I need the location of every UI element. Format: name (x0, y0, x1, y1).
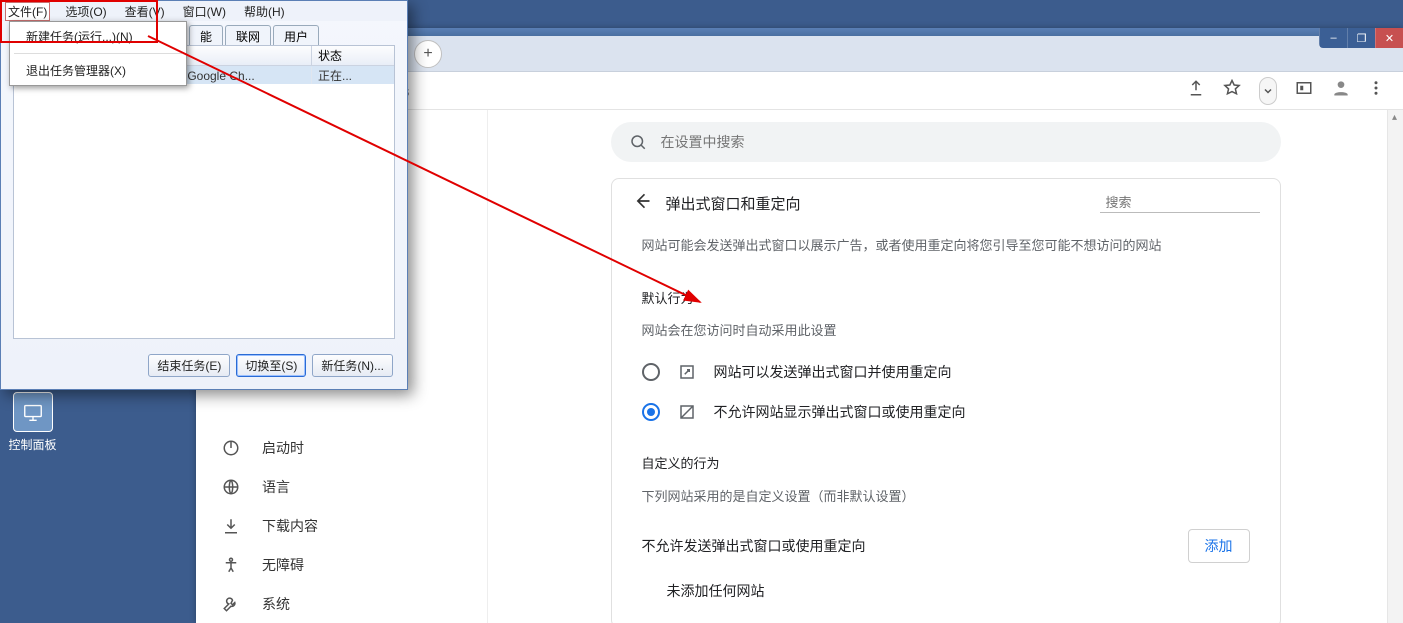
default-behavior-heading: 默认行为 (612, 279, 1280, 320)
sidebar-item-accessibility[interactable]: 无障碍 (196, 545, 487, 584)
custom-behavior-heading: 自定义的行为 (612, 444, 1280, 485)
radio-allow-popups[interactable]: 网站可以发送弹出式窗口并使用重定向 (612, 352, 1280, 392)
control-panel-icon (13, 392, 53, 432)
taskmgr-tab-network[interactable]: 联网 (225, 25, 271, 47)
no-sites-text: 未添加任何网站 (612, 575, 1280, 607)
taskmgr-list: 任务 状态 设置 - 弹出式窗口和重定向 - Google Ch... 正在..… (13, 45, 395, 339)
scroll-up-icon[interactable]: ▴ (1392, 112, 1397, 123)
radio-label: 网站可以发送弹出式窗口并使用重定向 (714, 362, 952, 382)
scrollbar[interactable]: ▴ (1387, 110, 1403, 623)
wrench-icon (222, 595, 240, 613)
menu-window[interactable]: 窗口(W) (180, 2, 229, 21)
card-mini-search[interactable] (1100, 195, 1260, 213)
desktop-icon-control-panel[interactable]: 控制面板 (0, 392, 65, 453)
menu-separator (14, 53, 182, 54)
sidebar-item-languages[interactable]: 语言 (196, 467, 487, 506)
menu-item-exit[interactable]: 退出任务管理器(X) (10, 56, 186, 85)
menu-item-new-task[interactable]: 新建任务(运行...)(N) (10, 22, 186, 51)
sidebar-item-label: 无障碍 (262, 555, 304, 575)
sidebar-item-startup[interactable]: 启动时 (196, 428, 487, 467)
new-tab-button[interactable]: + (414, 40, 442, 68)
menu-view[interactable]: 查看(V) (122, 2, 168, 21)
radio-icon (642, 363, 660, 381)
taskmgr-buttons: 结束任务(E) 切换至(S) 新任务(N)... (1, 354, 407, 377)
menu-options[interactable]: 选项(O) (62, 2, 109, 21)
card-header: 弹出式窗口和重定向 (612, 187, 1280, 226)
taskmgr-tab-perf[interactable]: 能 (189, 25, 223, 47)
custom-block-title: 不允许发送弹出式窗口或使用重定向 (642, 536, 866, 556)
install-pill[interactable] (1259, 77, 1277, 105)
radio-label: 不允许网站显示弹出式窗口或使用重定向 (714, 402, 966, 422)
sidebar-item-label: 下载内容 (262, 516, 318, 536)
sidebar-item-system[interactable]: 系统 (196, 584, 487, 623)
share-icon[interactable] (1187, 79, 1205, 102)
search-icon (629, 133, 647, 151)
download-icon (222, 517, 240, 535)
maximize-button[interactable]: ❐ (1347, 28, 1375, 48)
task-manager-window: 文件(F) 选项(O) 查看(V) 窗口(W) 帮助(H) 新建任务(运行...… (0, 0, 408, 390)
taskmgr-tab-users[interactable]: 用户 (273, 25, 319, 47)
star-icon[interactable] (1223, 79, 1241, 102)
default-behavior-sub: 网站会在您访问时自动采用此设置 (612, 319, 1280, 352)
custom-block-section: 不允许发送弹出式窗口或使用重定向 添加 (612, 517, 1280, 575)
minimize-button[interactable]: – (1319, 28, 1347, 48)
task-status: 正在... (312, 67, 394, 84)
sidebar-item-downloads[interactable]: 下载内容 (196, 506, 487, 545)
sidebar-item-label: 系统 (262, 594, 290, 614)
extensions-icon[interactable] (1295, 79, 1313, 102)
menu-help[interactable]: 帮助(H) (241, 2, 288, 21)
settings-main: 弹出式窗口和重定向 网站可能会发送弹出式窗口以展示广告，或者使用重定向将您引导至… (488, 110, 1403, 623)
card-mini-search-input[interactable] (1106, 195, 1282, 210)
omnibox-actions (1187, 77, 1385, 105)
profile-icon[interactable] (1331, 78, 1349, 103)
radio-block-popups[interactable]: 不允许网站显示弹出式窗口或使用重定向 (612, 392, 1280, 432)
card-title: 弹出式窗口和重定向 (666, 193, 1100, 214)
custom-behavior-sub: 下列网站采用的是自定义设置（而非默认设置） (612, 485, 1280, 518)
accessibility-icon (222, 556, 240, 574)
popup-block-icon (678, 403, 696, 421)
col-status[interactable]: 状态 (312, 46, 394, 65)
kebab-menu-icon[interactable] (1367, 79, 1385, 102)
switch-to-button[interactable]: 切换至(S) (236, 354, 306, 377)
sidebar-item-label: 语言 (262, 477, 290, 497)
power-icon (222, 439, 240, 457)
menu-file[interactable]: 文件(F) (5, 2, 50, 21)
new-task-button[interactable]: 新任务(N)... (312, 354, 393, 377)
end-task-button[interactable]: 结束任务(E) (148, 354, 230, 377)
taskmgr-tabs: 能 联网 用户 (189, 25, 321, 47)
popup-open-icon (678, 363, 696, 381)
radio-icon (642, 403, 660, 421)
add-site-button[interactable]: 添加 (1188, 529, 1250, 563)
sidebar-item-label: 启动时 (262, 438, 304, 458)
card-description: 网站可能会发送弹出式窗口以展示广告，或者使用重定向将您引导至您可能不想访问的网站 (612, 226, 1280, 267)
task-manager-menubar: 文件(F) 选项(O) 查看(V) 窗口(W) 帮助(H) (1, 1, 407, 21)
desktop-icon-label: 控制面板 (8, 438, 56, 452)
popups-settings-card: 弹出式窗口和重定向 网站可能会发送弹出式窗口以展示广告，或者使用重定向将您引导至… (611, 178, 1281, 623)
settings-search-input[interactable] (661, 134, 1263, 150)
file-menu-dropdown: 新建任务(运行...)(N) 退出任务管理器(X) (9, 21, 187, 86)
window-controls: – ❐ ✕ (1319, 28, 1403, 48)
globe-icon (222, 478, 240, 496)
settings-search-bar[interactable] (611, 122, 1281, 162)
close-button[interactable]: ✕ (1375, 28, 1403, 48)
back-arrow-icon[interactable] (632, 191, 656, 216)
